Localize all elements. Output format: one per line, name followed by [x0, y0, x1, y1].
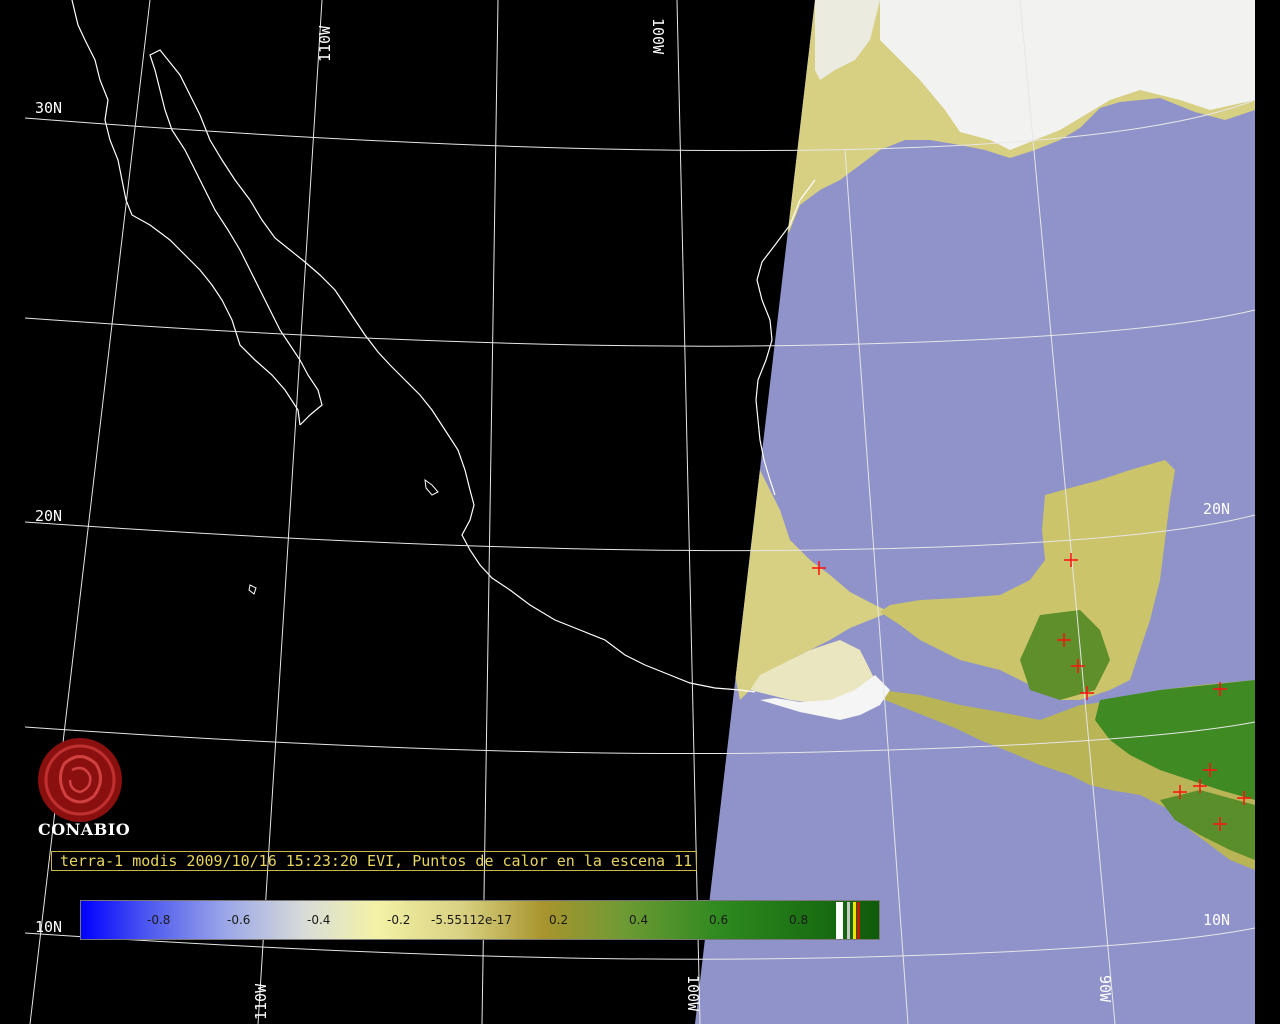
colorbar-tick-label: -0.8 — [147, 913, 171, 927]
colorbar-stripe — [847, 902, 850, 939]
colorbar-tick-label: -0.4 — [307, 913, 331, 927]
colorbar-stripe — [857, 902, 860, 939]
lat-label: 20N — [1203, 500, 1230, 518]
image-caption: terra-1 modis 2009/10/16 15:23:20 EVI, P… — [51, 851, 697, 871]
lat-label: 10N — [35, 918, 62, 936]
lon-label: 100W — [649, 18, 667, 55]
lon-label: 110W — [252, 983, 270, 1020]
colorbar-tick-label: -0.2 — [387, 913, 411, 927]
colorbar-tick-label: 0.8 — [789, 913, 809, 927]
colorbar-tick-label: -5.55112e-17 — [431, 913, 512, 927]
lat-label: 10N — [1203, 911, 1230, 929]
colorbar-stripe — [853, 902, 856, 939]
evi-colorbar: -0.8 -0.6 -0.4 -0.2 -5.55112e-17 0.2 0.4… — [80, 900, 880, 940]
conabio-logo-icon — [38, 738, 122, 822]
colorbar-tick-label: 0.4 — [629, 913, 649, 927]
lat-label: 30N — [35, 99, 62, 117]
logo-text: CONABIO — [38, 820, 131, 839]
lon-label: 100W — [684, 975, 702, 1012]
colorbar-tick-label: 0.6 — [709, 913, 729, 927]
colorbar-tick-label: -0.6 — [227, 913, 251, 927]
lat-label: 20N — [35, 507, 62, 525]
lon-label: 110W — [316, 25, 334, 62]
lon-label: 90W — [1096, 975, 1114, 1003]
colorbar-stripe — [836, 902, 843, 939]
colorbar-tick-label: 0.2 — [549, 913, 569, 927]
